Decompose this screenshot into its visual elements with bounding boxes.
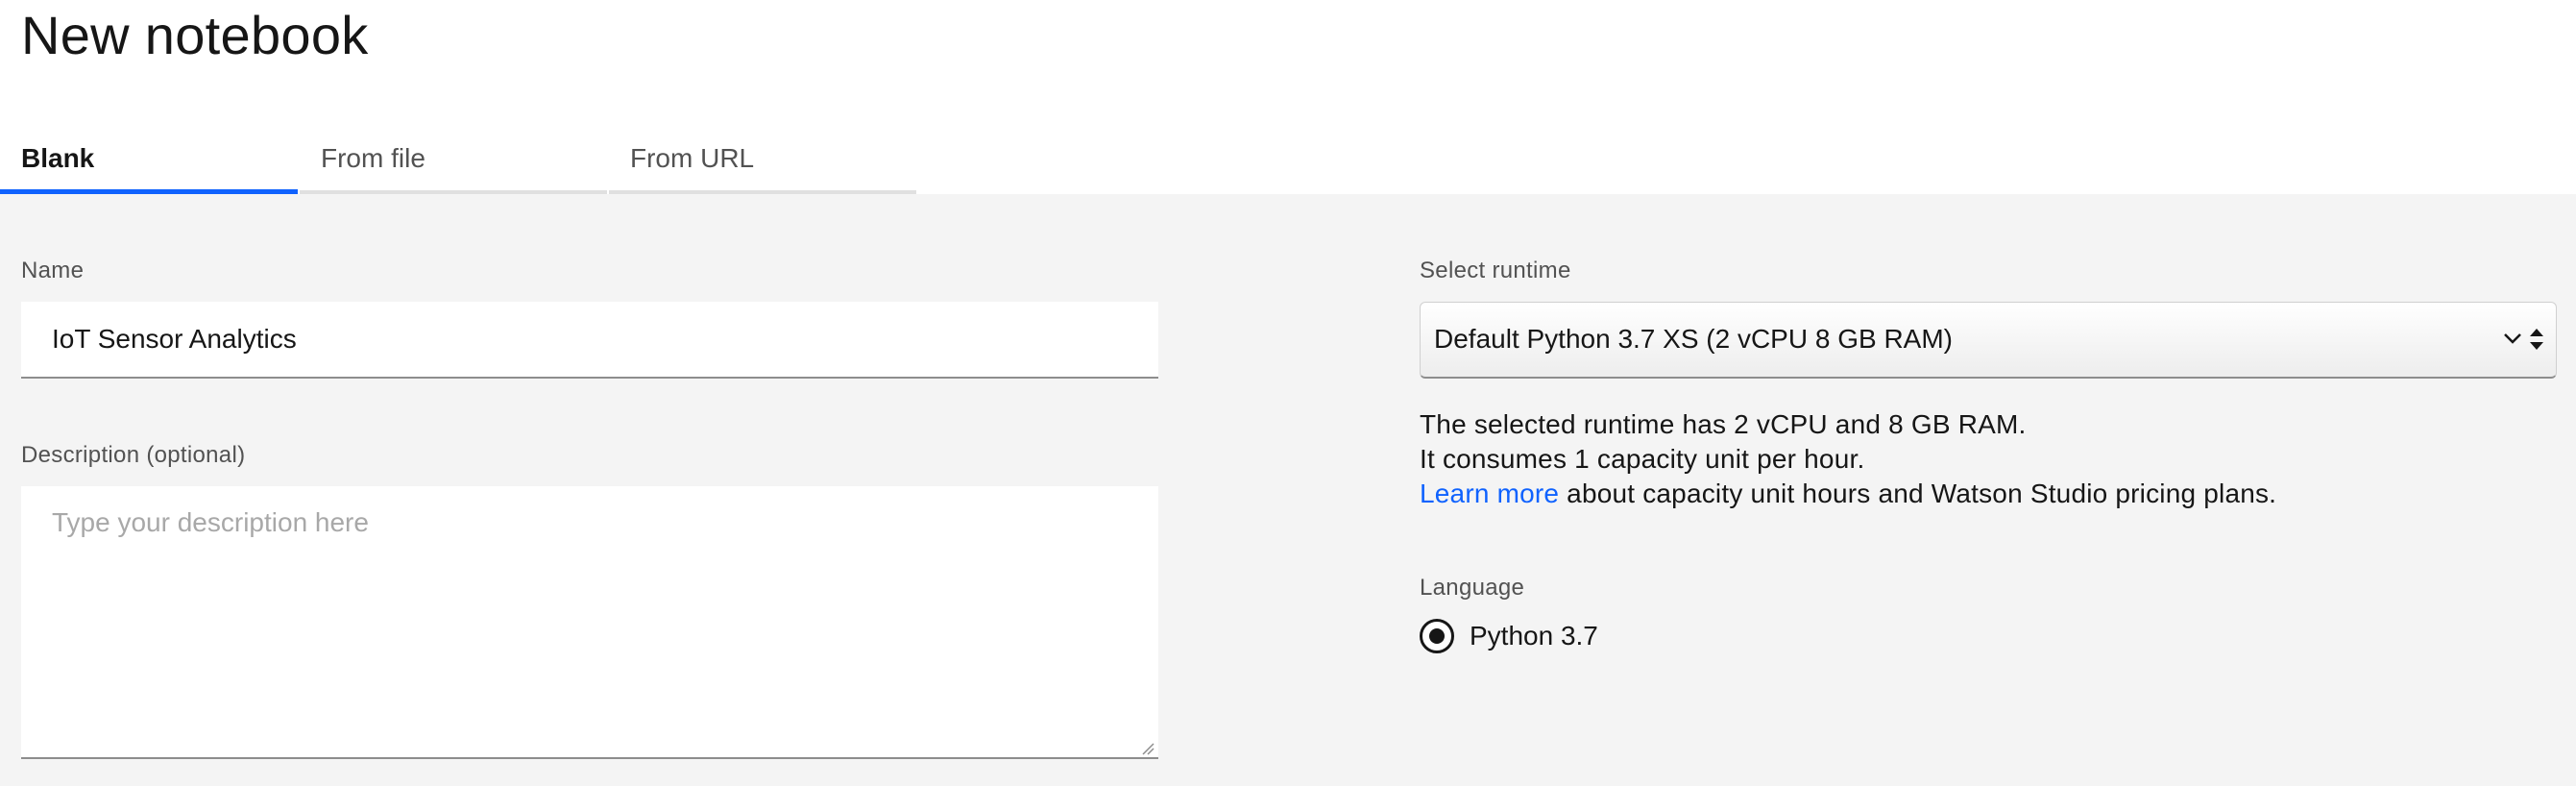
runtime-info-line1: The selected runtime has 2 vCPU and 8 GB… xyxy=(1420,409,2027,439)
name-label: Name xyxy=(21,258,85,283)
language-label: Language xyxy=(1420,575,1525,601)
language-option-python[interactable]: Python 3.7 xyxy=(1420,617,1598,655)
tab-from-file[interactable]: From file xyxy=(300,125,607,194)
description-textarea[interactable] xyxy=(21,486,1158,759)
language-option-label: Python 3.7 xyxy=(1470,621,1598,651)
description-label: Description (optional) xyxy=(21,442,246,468)
name-input[interactable] xyxy=(21,302,1158,379)
form-panel: Name Description (optional) Select runti… xyxy=(0,194,2576,786)
radio-selected-icon[interactable] xyxy=(1420,619,1454,653)
runtime-select[interactable]: Default Python 3.7 XS (2 vCPU 8 GB RAM) xyxy=(1420,302,2557,379)
runtime-info-line3: Learn more about capacity unit hours and… xyxy=(1420,477,2276,511)
runtime-info-line2: It consumes 1 capacity unit per hour. xyxy=(1420,444,1865,474)
runtime-selected-value: Default Python 3.7 XS (2 vCPU 8 GB RAM) xyxy=(1434,324,1953,354)
page-header: New notebook Blank From file From URL xyxy=(0,0,2576,194)
runtime-label: Select runtime xyxy=(1420,258,1571,283)
resize-handle-icon[interactable] xyxy=(1141,742,1154,755)
learn-more-link[interactable]: Learn more xyxy=(1420,479,1559,508)
runtime-info: The selected runtime has 2 vCPU and 8 GB… xyxy=(1420,407,2276,511)
tab-blank[interactable]: Blank xyxy=(0,125,298,194)
chevron-down-icon xyxy=(2504,329,2543,350)
tab-from-url[interactable]: From URL xyxy=(609,125,916,194)
learn-more-suffix: about capacity unit hours and Watson Stu… xyxy=(1559,479,2277,508)
page-title: New notebook xyxy=(21,5,369,65)
